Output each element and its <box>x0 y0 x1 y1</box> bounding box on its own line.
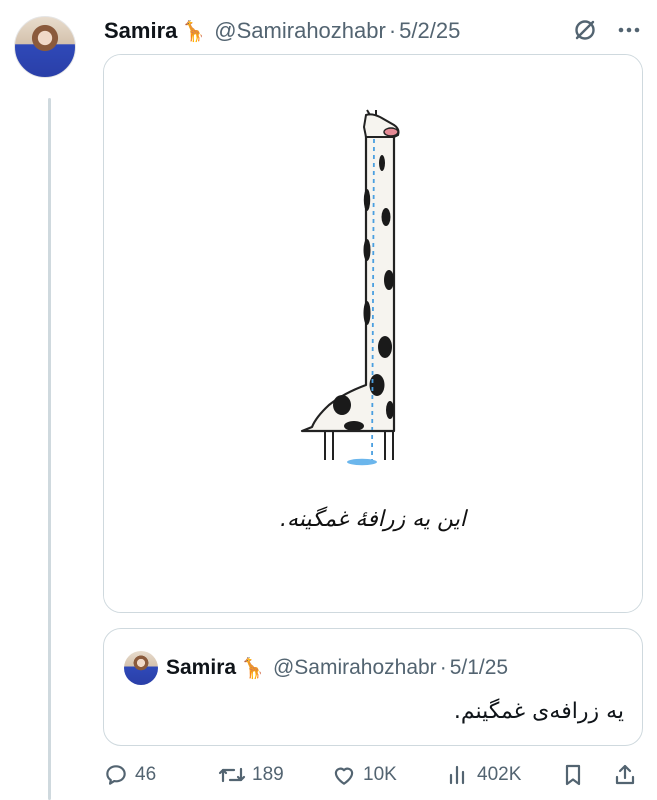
views-chart-icon <box>449 765 465 785</box>
share-icon <box>615 764 635 785</box>
more-dots-icon[interactable] <box>615 16 643 44</box>
thread-line <box>48 98 51 800</box>
quoted-author-name: Samira <box>166 656 237 679</box>
quoted-tweet-header: Samira 🦒 @Samirahozhabr · 5/1/25 <box>124 651 508 685</box>
quoted-tweet-text: یه زرافه‌ی غمگینم. <box>453 699 624 724</box>
author-name[interactable]: Samira <box>104 18 177 44</box>
quoted-author-handle: @Samirahozhabr <box>272 656 437 679</box>
heart-icon <box>334 767 354 785</box>
share-button[interactable] <box>613 760 637 790</box>
retweet-icon <box>218 767 246 783</box>
no-sign-icon[interactable] <box>571 16 599 44</box>
quoted-date: 5/1/25 <box>449 656 509 679</box>
reply-count: 46 <box>135 764 157 785</box>
media-caption: این یه زرافهٔ غمگینه. <box>280 507 466 532</box>
quoted-tweet[interactable]: Samira 🦒 @Samirahozhabr · 5/1/25 یه زراف… <box>103 628 643 746</box>
like-count: 10K <box>363 764 397 785</box>
views-count: 402K <box>477 764 522 785</box>
bookmark-icon <box>565 764 581 786</box>
quoted-separator-dot: · <box>439 656 447 679</box>
tweet-media-image[interactable]: این یه زرافهٔ غمگینه. <box>103 54 643 613</box>
avatar[interactable] <box>14 16 76 78</box>
tweet-date[interactable]: 5/2/25 <box>399 18 460 44</box>
views-button[interactable]: 402K <box>447 760 521 790</box>
header-icons <box>571 16 643 44</box>
author-avatar-column <box>14 16 76 78</box>
tweet-actions: 46 189 10K 402K <box>103 760 643 790</box>
tweet-header: Samira 🦒 @Samirahozhabr · 5/2/25 <box>104 16 460 46</box>
like-button[interactable]: 10K <box>331 760 397 790</box>
retweet-button[interactable]: 189 <box>218 760 284 790</box>
bookmark-button[interactable] <box>561 760 585 790</box>
separator-dot: · <box>388 18 397 43</box>
author-handle[interactable]: @Samirahozhabr <box>214 18 386 44</box>
quoted-avatar <box>124 651 158 685</box>
reply-icon <box>106 765 126 785</box>
quoted-giraffe-emoji: 🦒 <box>240 657 265 680</box>
reply-button[interactable]: 46 <box>103 760 156 790</box>
retweet-count: 189 <box>252 764 284 785</box>
giraffe-emoji: 🦒 <box>181 20 207 43</box>
